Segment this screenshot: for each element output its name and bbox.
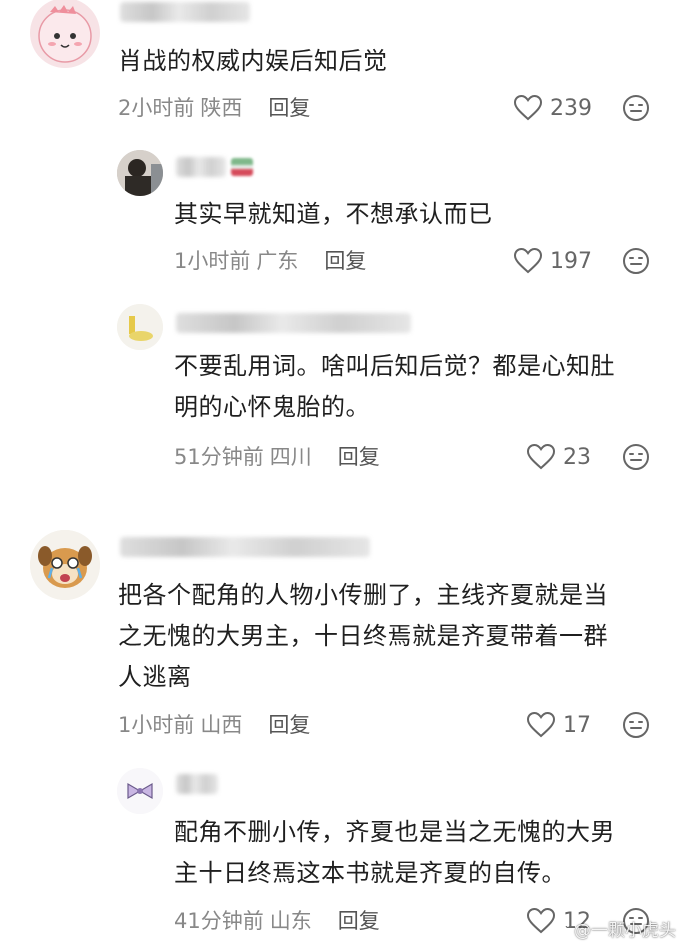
comment-time: 2小时前 xyxy=(118,96,195,120)
reply-button[interactable]: 回复 xyxy=(324,249,366,273)
reply-button[interactable]: 回复 xyxy=(268,713,310,737)
more-options-icon[interactable] xyxy=(622,94,650,122)
more-options-icon[interactable] xyxy=(622,247,650,275)
like-count: 17 xyxy=(563,712,591,738)
like-button[interactable]: 197 xyxy=(514,245,592,277)
comment-time: 51分钟前 xyxy=(174,445,264,469)
comment-meta: 1小时前 广东 回复 xyxy=(174,246,366,276)
username-blurred[interactable] xyxy=(176,157,226,177)
comment-region: 广东 xyxy=(256,249,299,273)
reply-button[interactable]: 回复 xyxy=(268,96,310,120)
avatar[interactable] xyxy=(117,768,163,814)
like-count: 197 xyxy=(550,248,592,274)
username-blurred[interactable] xyxy=(120,2,250,22)
user-badge-icon xyxy=(231,158,253,176)
comment-region: 四川 xyxy=(269,445,312,469)
bow-avatar-icon xyxy=(117,768,163,814)
comment-region: 陕西 xyxy=(200,96,243,120)
avatar[interactable] xyxy=(30,530,100,600)
reply-button[interactable]: 回复 xyxy=(338,909,380,933)
avatar[interactable] xyxy=(117,304,163,350)
comment-region: 山西 xyxy=(200,713,243,737)
comment-text: 其实早就知道，不想承认而已 xyxy=(174,200,493,228)
weibo-logo-icon xyxy=(552,921,569,937)
comment-time: 41分钟前 xyxy=(174,909,264,933)
photo-avatar-icon xyxy=(117,150,163,196)
cartoon-avatar-icon xyxy=(38,5,92,63)
reply-button[interactable]: 回复 xyxy=(338,445,380,469)
more-options-icon[interactable] xyxy=(622,711,650,739)
cartoon-avatar-icon xyxy=(117,304,163,350)
avatar[interactable] xyxy=(30,0,100,68)
username-blurred[interactable] xyxy=(176,774,218,794)
like-count: 239 xyxy=(550,95,592,121)
more-options-icon[interactable] xyxy=(622,443,650,471)
heart-icon xyxy=(514,95,542,121)
comment-region: 山东 xyxy=(269,909,312,933)
comment-meta: 51分钟前 四川 回复 xyxy=(174,442,380,472)
comment-time: 1小时前 xyxy=(174,249,251,273)
username-blurred[interactable] xyxy=(120,537,370,557)
like-button[interactable]: 17 xyxy=(527,709,591,741)
heart-icon xyxy=(527,908,555,934)
cartoon-avatar-icon xyxy=(30,530,100,600)
heart-icon xyxy=(527,712,555,738)
watermark: @一颗小虎头 xyxy=(552,916,676,941)
comment-meta: 1小时前 山西 回复 xyxy=(118,710,310,740)
comment-meta: 2小时前 陕西 回复 xyxy=(118,93,310,123)
heart-icon xyxy=(514,248,542,274)
avatar[interactable] xyxy=(117,150,163,196)
comment-time: 1小时前 xyxy=(118,713,195,737)
comment-text: 把各个配角的人物小传删了，主线齐夏就是当 之无愧的大男主，十日终焉就是齐夏带着一… xyxy=(118,581,608,691)
like-button[interactable]: 23 xyxy=(527,441,591,473)
comment-text: 不要乱用词。啥叫后知后觉？都是心知肚 明的心怀鬼胎的。 xyxy=(174,352,615,421)
username-blurred[interactable] xyxy=(176,313,411,333)
like-count: 23 xyxy=(563,444,591,470)
comment-text: 肖战的权威内娱后知后觉 xyxy=(118,47,388,75)
like-button[interactable]: 239 xyxy=(514,92,592,124)
heart-icon xyxy=(527,444,555,470)
watermark-text: @一颗小虎头 xyxy=(574,921,676,941)
comment-text: 配角不删小传，齐夏也是当之无愧的大男 主十日终焉这本书就是齐夏的自传。 xyxy=(174,818,615,887)
comment-meta: 41分钟前 山东 回复 xyxy=(174,906,380,936)
